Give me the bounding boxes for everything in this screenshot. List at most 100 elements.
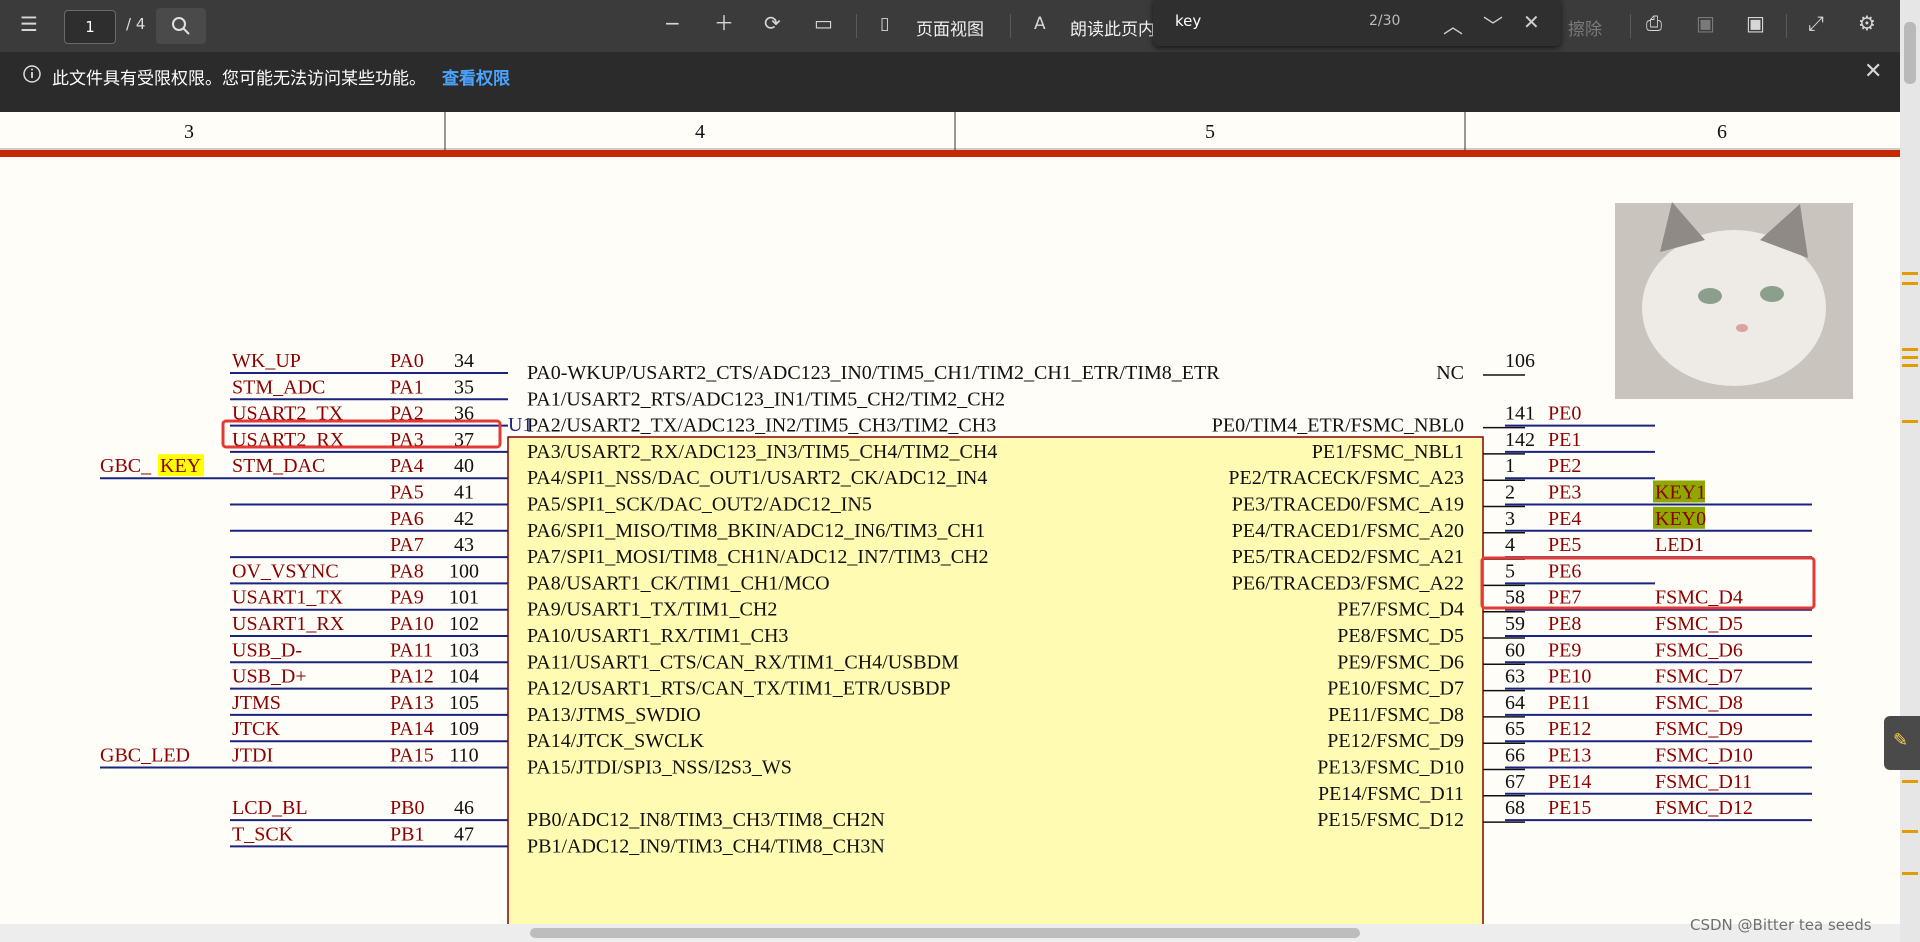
page-number-input[interactable]: 1	[64, 10, 116, 44]
pin-number: 100	[449, 560, 479, 582]
pdf-page: 3 4 5 6 U1 WK_UP PA0 34 PA0-WKUP/USART2_CTS/ADC1…	[0, 112, 1900, 942]
ruler-column-label: 4	[695, 121, 705, 143]
pin-function: PE15/FSMC_D12	[1317, 809, 1464, 831]
pin-name: PA8	[390, 560, 424, 582]
pin-number: 141	[1505, 403, 1535, 425]
pin-name: PA6	[390, 508, 424, 530]
pin-name: PE12	[1548, 718, 1591, 740]
horizontal-scroll-thumb[interactable]	[530, 928, 1360, 938]
close-find-icon[interactable]: ✕	[1523, 10, 1540, 34]
pin-name: PA1	[390, 376, 424, 398]
net-label: WK_UP	[232, 350, 301, 372]
pin-function: PE6/TRACED3/FSMC_A22	[1232, 572, 1464, 594]
page-total: / 4	[126, 15, 146, 33]
pin-name: PA7	[390, 534, 424, 556]
pin-number: 60	[1505, 639, 1525, 661]
find-bar: key 2/30 ︿ ﹀ ✕	[1153, 0, 1561, 46]
pin-number: 65	[1505, 718, 1525, 740]
pin-name: PA5	[390, 482, 424, 504]
close-icon[interactable]: ✕	[1864, 61, 1882, 83]
search-hit-marker	[1902, 830, 1918, 833]
pin-number: 66	[1505, 745, 1525, 767]
pin-number: 42	[454, 508, 474, 530]
pin-name: PB0	[390, 797, 424, 819]
fullscreen-icon[interactable]: ⤢	[1808, 13, 1824, 33]
pin-name: PE8	[1548, 613, 1581, 635]
page-view-button[interactable]: 页面视图	[916, 15, 984, 40]
print-icon[interactable]: ⎙	[1646, 13, 1662, 33]
pin-name: PE4	[1548, 508, 1581, 530]
rotate-icon[interactable]: ⟳	[764, 13, 781, 33]
next-result-icon[interactable]: ﹀	[1483, 10, 1503, 39]
pin-function: PE9/FSMC_D6	[1337, 651, 1464, 673]
far-left-net-label: GBC_LED	[100, 745, 190, 767]
net-label: FSMC_D5	[1655, 613, 1743, 635]
pin-number: 64	[1505, 692, 1525, 714]
pin-name: PA10	[390, 613, 434, 635]
pin-function: PA7/SPI1_MOSI/TIM8_CH1N/ADC12_IN7/TIM3_C…	[527, 546, 989, 568]
pin-name: PA12	[390, 666, 434, 688]
net-label: USB_D+	[232, 666, 307, 688]
save-icon[interactable]: ▣	[1696, 13, 1715, 33]
pin-number: 4	[1505, 534, 1515, 556]
pin-number: 3	[1505, 508, 1515, 530]
pin-function: PA14/JTCK_SWCLK	[527, 730, 705, 752]
pin-function: PA13/JTMS_SWDIO	[527, 704, 701, 726]
previous-result-icon[interactable]: ︿	[1443, 10, 1463, 39]
pin-function: NC	[1436, 362, 1464, 384]
vertical-scrollbar[interactable]	[1900, 0, 1920, 942]
ruler-column-label: 3	[184, 121, 194, 143]
pin-number: 109	[449, 718, 479, 740]
pin-name: PE1	[1548, 429, 1581, 451]
zoom-in-icon[interactable]: ＋	[714, 13, 734, 33]
read-aloud-icon[interactable]: A	[1034, 14, 1046, 34]
search-icon	[172, 17, 190, 35]
save-as-icon[interactable]: ▣	[1746, 13, 1765, 33]
toolbar-divider	[1786, 14, 1787, 38]
find-input[interactable]: key	[1175, 12, 1201, 30]
pen-icon: ✎	[1893, 730, 1909, 751]
toolbar-divider	[1630, 14, 1631, 38]
pin-name: PA9	[390, 587, 424, 609]
pin-function: PE12/FSMC_D9	[1327, 730, 1464, 752]
net-label: FSMC_D4	[1655, 587, 1743, 609]
pin-name: PE15	[1548, 797, 1591, 819]
pin-name: PA14	[390, 718, 434, 740]
pin-number: 142	[1505, 429, 1535, 451]
contents-icon[interactable]: ☰	[20, 14, 38, 34]
pin-name: PE7	[1548, 587, 1581, 609]
pin-function: PE14/FSMC_D11	[1318, 783, 1464, 805]
vertical-scroll-thumb[interactable]	[1904, 22, 1916, 84]
schematic: 3 4 5 6U1WK_UP PA0 34PA0-WKUP/USART2_CTS/ADC1…	[0, 112, 1900, 942]
pin-number: 46	[454, 797, 474, 819]
pin-function: PE1/FSMC_NBL1	[1312, 441, 1464, 463]
pdf-toolbar: ☰ 1 / 4 − ＋ ⟳ ▭ ▯ 页面视图 A 朗读此页内 擦除 ⎙ ▣ ▣ …	[0, 0, 1920, 52]
pin-name: PE6	[1548, 560, 1581, 582]
pin-number: 102	[449, 613, 479, 635]
net-label: FSMC_D11	[1655, 771, 1752, 793]
far-left-net-key: KEY	[160, 455, 201, 477]
pin-number: 40	[454, 455, 474, 477]
toolbar-divider	[856, 14, 857, 38]
pin-function: PA1/USART2_RTS/ADC123_IN1/TIM5_CH2/TIM2_…	[527, 388, 1005, 410]
pin-function: PA5/SPI1_SCK/DAC_OUT2/ADC12_IN5	[527, 494, 872, 516]
net-label: USART1_TX	[232, 587, 344, 609]
view-permissions-link[interactable]: 查看权限	[442, 64, 510, 89]
search-button[interactable]	[156, 8, 206, 44]
zoom-out-icon[interactable]: −	[664, 13, 681, 33]
fit-page-icon[interactable]: ▭	[814, 13, 833, 33]
pin-name: PA4	[390, 455, 424, 477]
read-aloud-button[interactable]: 朗读此页内	[1070, 15, 1155, 40]
pin-name: PA11	[390, 639, 433, 661]
erase-button[interactable]: 擦除	[1568, 15, 1602, 40]
pin-number: 5	[1505, 560, 1515, 582]
pin-function: PE7/FSMC_D4	[1337, 599, 1464, 621]
pin-function: PA6/SPI1_MISO/TIM8_BKIN/ADC12_IN6/TIM3_C…	[527, 520, 985, 542]
net-label: USART1_RX	[232, 613, 345, 635]
floating-tool-button[interactable]: ✎	[1884, 716, 1920, 770]
pin-function: PA15/JTDI/SPI3_NSS/I2S3_WS	[527, 757, 792, 779]
pin-function: PE8/FSMC_D5	[1337, 625, 1464, 647]
pin-name: PE11	[1548, 692, 1591, 714]
page-view-icon[interactable]: ▯	[880, 14, 889, 34]
settings-icon[interactable]: ⚙	[1858, 13, 1876, 33]
